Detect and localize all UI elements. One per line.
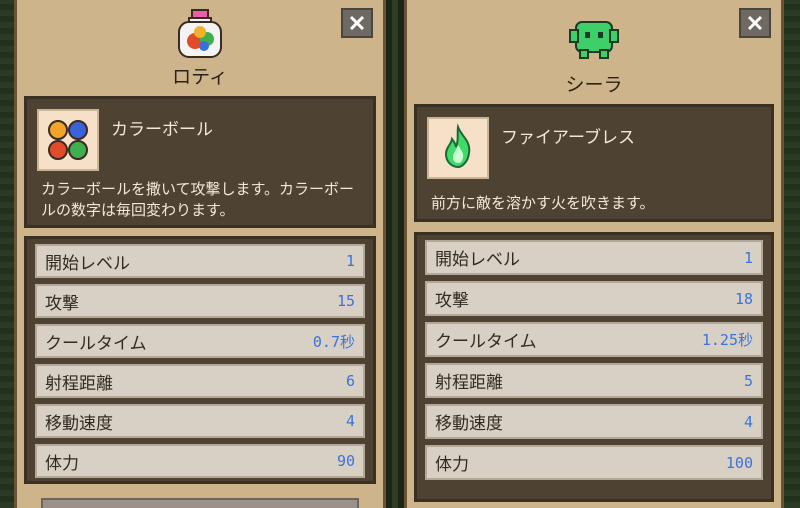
stat-value: 0.7秒 [312, 332, 355, 351]
stat-value: 18 [734, 289, 753, 308]
bottom-button[interactable] [41, 498, 359, 508]
stat-label: 攻撃 [45, 293, 79, 314]
green-fire-icon [444, 123, 471, 169]
stat-label: 体力 [435, 455, 469, 475]
stat-row-attack: 攻撃 18 [425, 281, 763, 316]
skill-name: カラーボール [111, 120, 213, 140]
stat-row-hp: 体力 90 [35, 444, 365, 478]
skill-icon-frame [427, 117, 489, 179]
skill-box: カラーボール カラーボールを撒いて攻撃します。カラーボールの数字は毎回変わります… [24, 96, 376, 228]
stat-label: 射程距離 [435, 373, 503, 393]
character-name: シーラ [565, 74, 623, 96]
stat-value: 6 [345, 372, 355, 390]
stats-list: 開始レベル 1 攻撃 15 クールタイム 0.7秒 射程距離 6 移動速度 4 … [24, 236, 376, 484]
jar-icon [178, 9, 222, 58]
color-balls-icon [48, 120, 88, 160]
stat-label: 開始レベル [435, 250, 520, 270]
stat-row-range: 射程距離 6 [35, 364, 365, 398]
skill-icon-frame [37, 109, 99, 171]
stat-value: 90 [336, 452, 355, 470]
stat-row-move-speed: 移動速度 4 [425, 404, 763, 439]
stat-value: 1.25秒 [701, 331, 753, 349]
stat-label: クールタイム [435, 332, 537, 352]
stat-label: 体力 [45, 453, 79, 474]
stat-value: 1 [345, 252, 355, 270]
close-icon [747, 15, 763, 31]
stat-value: 4 [345, 412, 355, 430]
skill-description: 前方に敵を溶かす火を吹きます。 [431, 194, 655, 212]
stat-value: 100 [725, 453, 753, 472]
stat-value: 5 [743, 371, 753, 390]
character-card-roti: ロティ カラーボール カラーボールを撒いて攻撃します。カラーボールの数字は毎回変… [14, 0, 386, 508]
stat-row-hp: 体力 100 [425, 445, 763, 480]
stat-label: 移動速度 [45, 413, 113, 434]
stat-row-cooldown: クールタイム 0.7秒 [35, 324, 365, 358]
stat-label: 移動速度 [435, 414, 503, 434]
close-button[interactable] [739, 8, 771, 38]
stat-row-start-level: 開始レベル 1 [425, 240, 763, 275]
skill-box: ファイアーブレス 前方に敵を溶かす火を吹きます。 [414, 104, 774, 222]
green-monster-icon [569, 21, 619, 59]
close-icon [349, 15, 365, 31]
stat-row-move-speed: 移動速度 4 [35, 404, 365, 438]
skill-description: カラーボールを撒いて攻撃します。カラーボールの数字は毎回変わります。 [41, 180, 355, 219]
close-button[interactable] [341, 8, 373, 38]
stat-row-cooldown: クールタイム 1.25秒 [425, 322, 763, 357]
stat-label: 攻撃 [435, 291, 469, 311]
background-right [784, 0, 800, 508]
character-card-shiira: シーラ ファイアーブレス 前方に敵を溶かす火を吹きます。 開始レベル 1 攻撃 … [404, 0, 784, 508]
stat-value: 1 [743, 248, 753, 267]
background-gap-stripe [392, 0, 398, 508]
stat-row-attack: 攻撃 15 [35, 284, 365, 318]
stat-label: 射程距離 [45, 373, 113, 394]
stat-value: 4 [743, 412, 753, 431]
skill-name: ファイアーブレス [501, 128, 635, 148]
stats-list: 開始レベル 1 攻撃 18 クールタイム 1.25秒 射程距離 5 移動速度 4… [414, 232, 774, 502]
character-name: ロティ [172, 66, 228, 88]
stat-value: 15 [336, 292, 355, 310]
stat-label: クールタイム [45, 333, 147, 354]
background-left [0, 0, 14, 508]
stat-row-start-level: 開始レベル 1 [35, 244, 365, 278]
stat-label: 開始レベル [45, 253, 130, 274]
stat-row-range: 射程距離 5 [425, 363, 763, 398]
